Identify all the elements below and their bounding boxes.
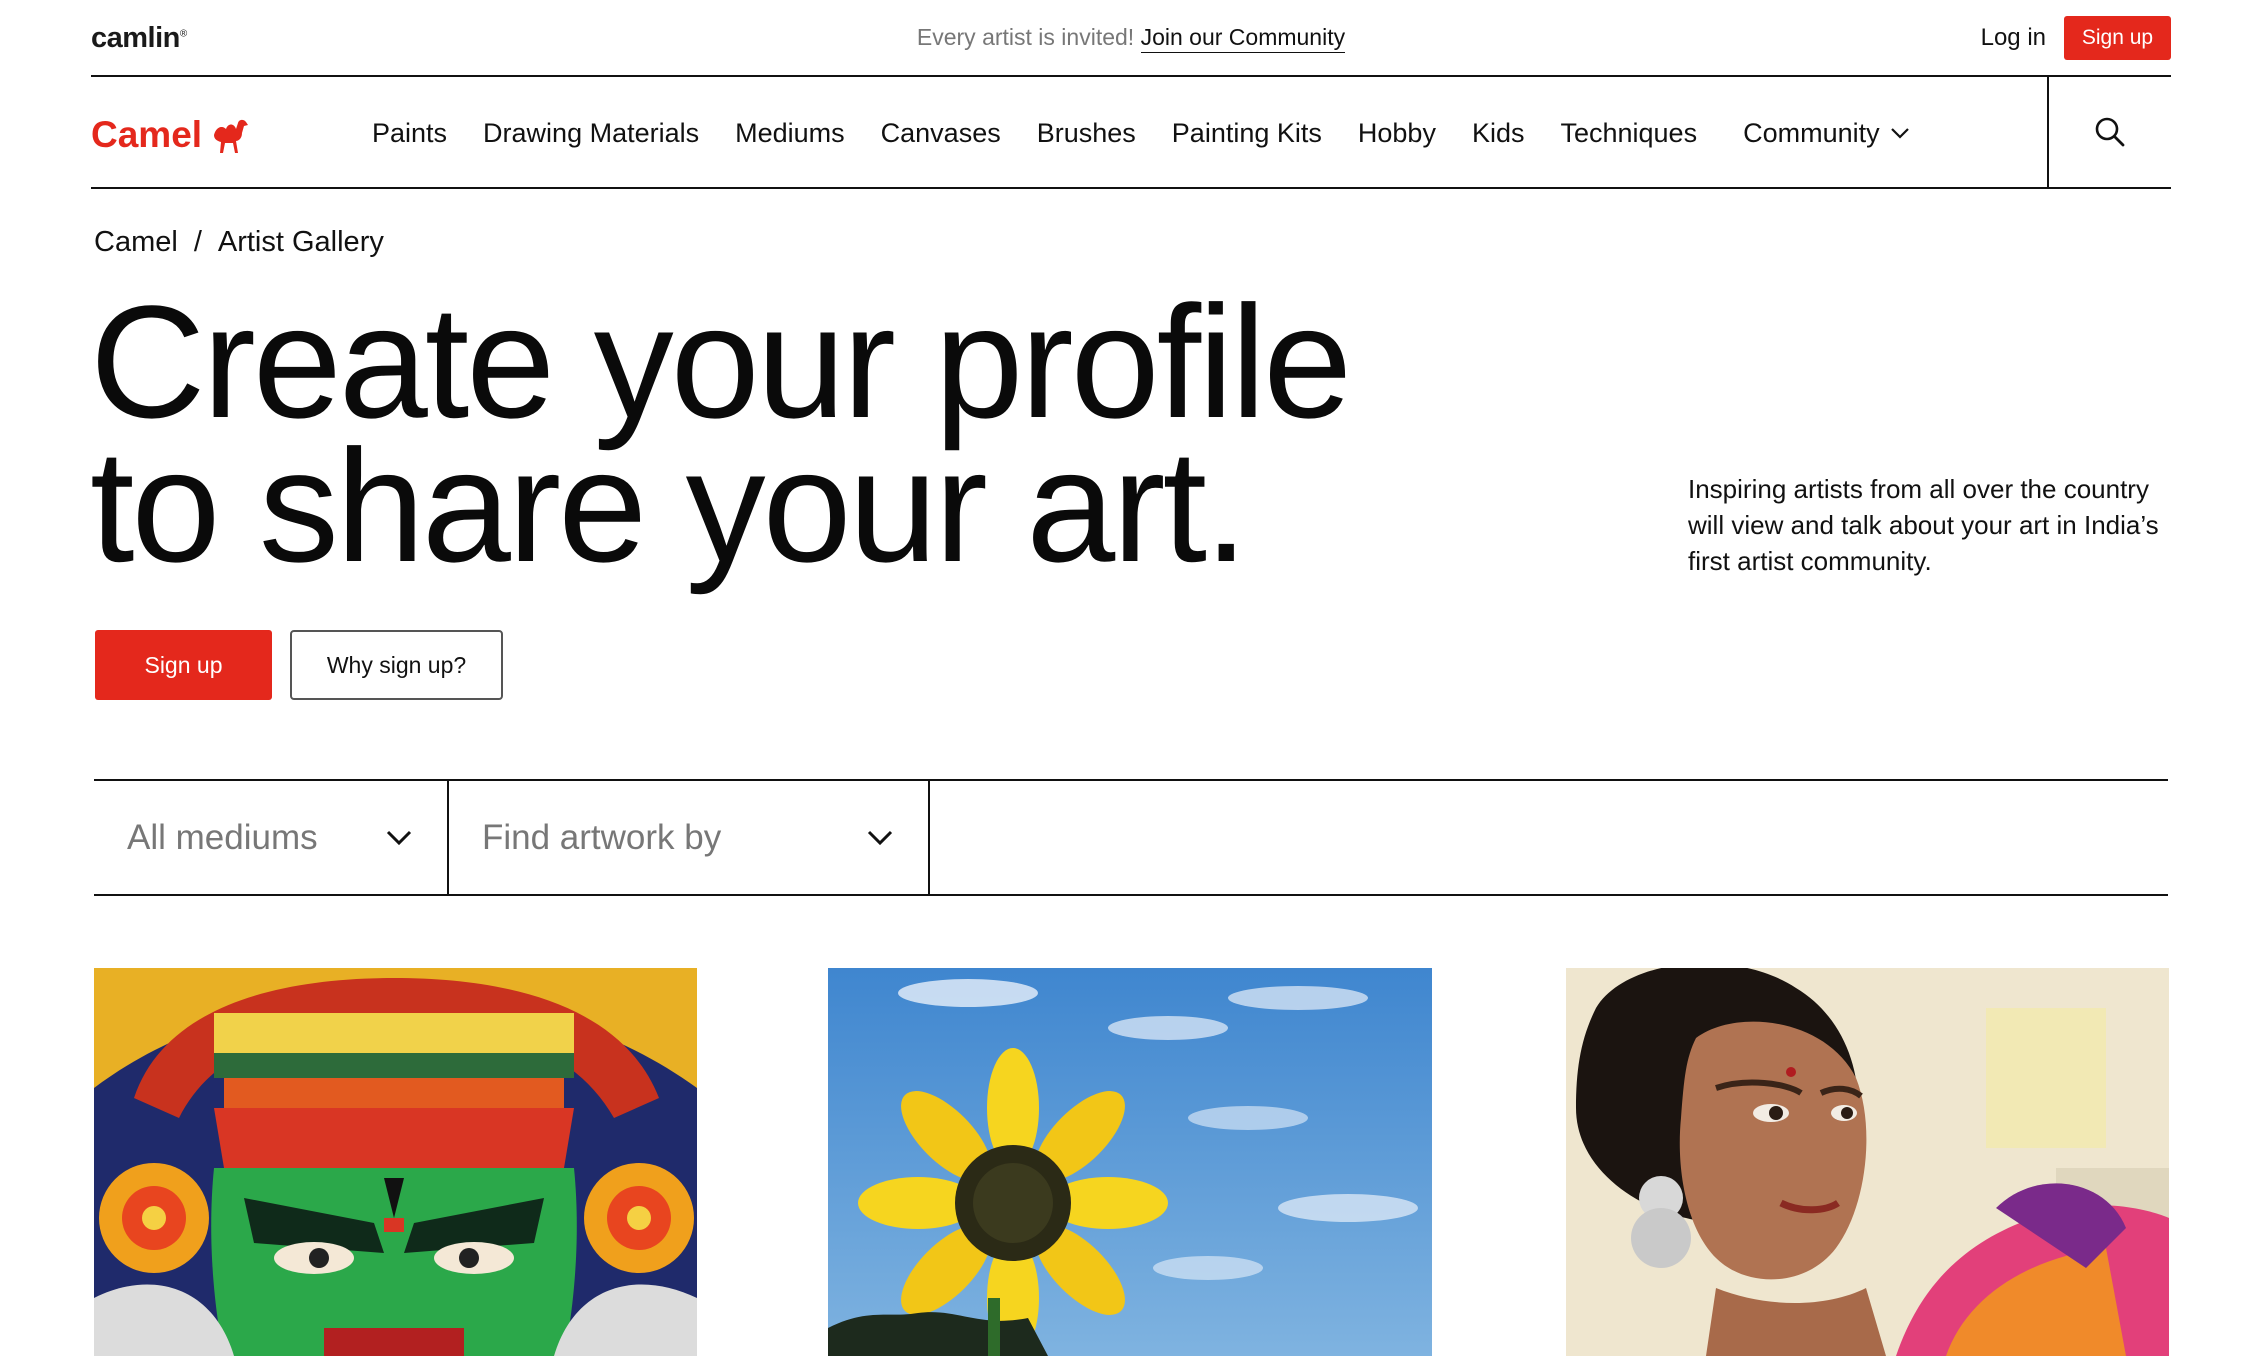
artwork-card-portrait[interactable] — [1566, 968, 2169, 1356]
hero-description: Inspiring artists from all over the coun… — [1688, 474, 2159, 576]
breadcrumb-item-artist-gallery: Artist Gallery — [217, 226, 384, 258]
search-button[interactable] — [2047, 77, 2171, 187]
nav-item-techniques[interactable]: Techniques — [1560, 118, 1697, 149]
portrait-painting-image — [1566, 968, 2169, 1356]
hero-title-line-1: Create your profile — [90, 272, 1352, 451]
chevron-down-icon — [1890, 128, 1909, 139]
join-community-link[interactable]: Join our Community — [1140, 24, 1346, 53]
search-icon — [2095, 117, 2125, 147]
top-bar: camlin® Every artist is invited! Join ou… — [91, 0, 2171, 77]
filter-bar: All mediums Find artwork by — [94, 779, 2168, 896]
main-nav: Camel Paints Drawing Materials Mediums C… — [91, 77, 2171, 189]
find-artwork-by-select[interactable]: Find artwork by — [449, 781, 930, 894]
artwork-card-sunflower[interactable] — [828, 968, 1432, 1356]
nav-menu: Paints Drawing Materials Mediums Canvase… — [372, 77, 1946, 189]
nav-item-canvases[interactable]: Canvases — [881, 118, 1001, 149]
sunflower-painting-image — [828, 968, 1432, 1356]
login-link[interactable]: Log in — [1981, 24, 2046, 52]
nav-item-brushes[interactable]: Brushes — [1037, 118, 1136, 149]
nav-item-mediums[interactable]: Mediums — [735, 118, 845, 149]
artwork-card-kathakali[interactable] — [94, 968, 697, 1356]
breadcrumb: Camel / Artist Gallery — [94, 226, 384, 259]
find-artwork-by-value: Find artwork by — [482, 817, 722, 857]
chevron-down-icon — [867, 830, 893, 845]
signup-button[interactable]: Sign up — [95, 630, 272, 700]
nav-item-community[interactable]: Community — [1743, 118, 1910, 149]
why-signup-button[interactable]: Why sign up? — [290, 630, 503, 700]
promo-text: Every artist is invited! — [916, 24, 1135, 50]
nav-item-kids[interactable]: Kids — [1472, 118, 1525, 149]
artwork-search-field[interactable] — [930, 781, 2168, 894]
medium-select-value: All mediums — [127, 817, 318, 857]
hero-title-line-2: to share your art. — [90, 416, 1248, 595]
breadcrumb-item-camel[interactable]: Camel — [94, 226, 178, 259]
community-promo: Every artist is invited! Join our Commun… — [91, 24, 2171, 53]
nav-item-drawing-materials[interactable]: Drawing Materials — [483, 118, 699, 149]
camel-logo-text: Camel — [91, 114, 203, 155]
nav-item-paints[interactable]: Paints — [372, 118, 447, 149]
page-title: Create your profile to share your art. — [90, 272, 1590, 595]
chevron-down-icon — [386, 830, 412, 845]
community-label: Community — [1743, 117, 1880, 148]
camel-icon — [214, 119, 249, 153]
nav-item-painting-kits[interactable]: Painting Kits — [1172, 118, 1322, 149]
camel-logo[interactable]: Camel — [91, 113, 252, 157]
kathakali-painting-image — [94, 968, 697, 1356]
artwork-gallery — [0, 968, 2260, 1356]
signup-top-button[interactable]: Sign up — [2064, 16, 2171, 60]
medium-select[interactable]: All mediums — [94, 781, 449, 894]
nav-item-hobby[interactable]: Hobby — [1358, 118, 1436, 149]
breadcrumb-separator: / — [193, 226, 202, 258]
